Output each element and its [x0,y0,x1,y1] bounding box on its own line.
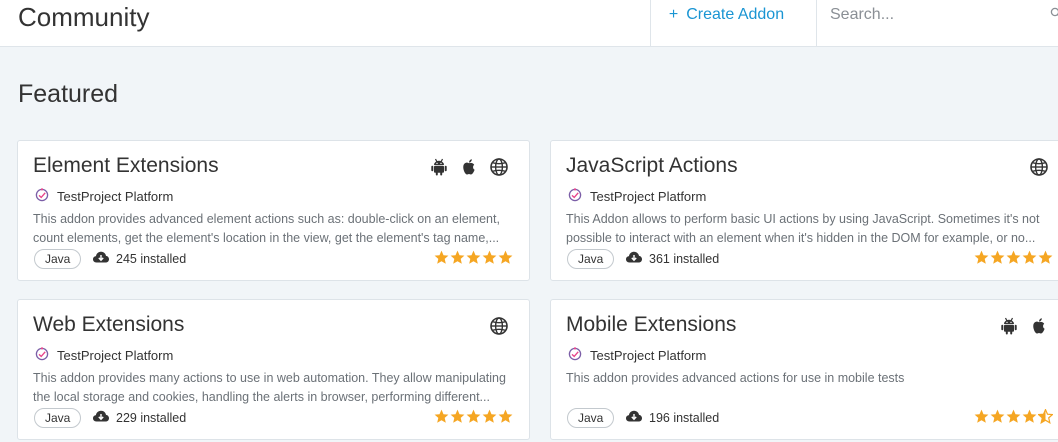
globe-icon [489,316,509,336]
top-bar: Community + Create Addon [0,0,1058,47]
card-author[interactable]: TestProject Platform [35,188,173,205]
description-line: count elements, get the element's locati… [33,231,500,245]
description-line: This Addon allows to perform basic UI ac… [566,212,1040,226]
create-addon-button[interactable]: + Create Addon [650,0,817,46]
rating-stars [434,250,513,265]
globe-icon [1029,157,1049,177]
cloud-download-icon [92,250,116,267]
install-count: 245 installed [92,250,186,267]
description-line: possible to interact with an element whe… [566,231,1036,245]
addon-card[interactable]: Mobile Extensions TestProject Platform Thi… [550,299,1058,440]
install-count: 229 installed [92,409,186,426]
testproject-logo-icon [568,347,590,364]
install-count: 196 installed [625,409,719,426]
author-name: TestProject Platform [57,189,174,204]
testproject-logo-icon [568,188,590,205]
cloud-download-icon [92,409,116,426]
star-icon [466,409,481,423]
page-title: Community [18,2,150,32]
install-count: 361 installed [625,250,719,267]
card-author[interactable]: TestProject Platform [568,188,706,205]
search-icon[interactable] [1050,7,1058,19]
addon-card[interactable]: JavaScript Actions TestProject Platform Th… [550,140,1058,281]
card-description: This addon provides many actions to use … [33,369,515,407]
platform-icons [999,316,1049,336]
addon-card[interactable]: Element Extensions TestProject Platform Th… [17,140,530,281]
star-icon [450,409,465,423]
star-icon [498,250,513,264]
description-line: the local storage and cookies, handling … [33,390,490,404]
description-line: This addon provides advanced element act… [33,212,500,226]
globe-icon [489,157,509,177]
cloud-download-icon [625,409,649,426]
star-icon [974,250,989,264]
install-count-text: 245 installed [116,251,187,266]
author-name: TestProject Platform [590,348,707,363]
install-count-text: 361 installed [649,251,720,266]
star-icon [1006,250,1021,264]
testproject-logo-icon [35,188,57,205]
half-star-icon [1038,409,1053,424]
star-icon [482,250,497,264]
platform-icons [489,316,509,336]
description-line: This addon provides advanced actions for… [566,371,905,385]
card-description: This Addon allows to perform basic UI ac… [566,210,1048,248]
star-icon [990,409,1005,423]
plus-icon: + [668,6,679,23]
android-icon [999,316,1019,336]
rating-stars [974,250,1053,265]
android-icon [429,157,449,177]
install-count-text: 229 installed [116,410,187,425]
language-badge: Java [34,249,82,269]
card-title[interactable]: Web Extensions [33,313,184,337]
star-icon [434,250,449,264]
search-box[interactable] [818,0,1058,46]
card-footer: Java 196 installed [567,408,1053,428]
star-icon [974,409,989,423]
card-description: This addon provides advanced actions for… [566,369,1048,388]
language-badge: Java [567,408,615,428]
addon-card[interactable]: Web Extensions TestProject Platform This a… [17,299,530,440]
cloud-download-icon [625,250,649,267]
card-footer: Java 229 installed [34,408,513,428]
apple-icon [459,157,479,177]
star-icon [434,409,449,423]
rating-stars [434,409,513,424]
card-description: This addon provides advanced element act… [33,210,515,248]
section-title: Featured [18,80,119,108]
language-badge: Java [34,408,82,428]
card-footer: Java 361 installed [567,249,1053,269]
star-icon [498,409,513,423]
testproject-logo-icon [35,347,57,364]
card-footer: Java 245 installed [34,249,513,269]
star-icon [450,250,465,264]
description-line: This addon provides many actions to use … [33,371,506,385]
card-title[interactable]: Mobile Extensions [566,313,736,337]
star-icon [990,250,1005,264]
platform-icons [429,157,509,177]
star-icon [1022,250,1037,264]
star-icon [1038,250,1053,264]
star-icon [1022,409,1037,423]
card-title[interactable]: JavaScript Actions [566,154,738,178]
create-addon-label: Create Addon [686,6,785,23]
rating-stars [974,409,1053,424]
card-author[interactable]: TestProject Platform [568,347,706,364]
star-icon [482,409,497,423]
platform-icons [1029,157,1049,177]
language-badge: Java [567,249,615,269]
card-title[interactable]: Element Extensions [33,154,219,178]
card-author[interactable]: TestProject Platform [35,347,173,364]
search-input[interactable] [830,4,1050,26]
apple-icon [1029,316,1049,336]
author-name: TestProject Platform [57,348,174,363]
star-icon [466,250,481,264]
star-icon [1006,409,1021,423]
author-name: TestProject Platform [590,189,707,204]
install-count-text: 196 installed [649,410,720,425]
